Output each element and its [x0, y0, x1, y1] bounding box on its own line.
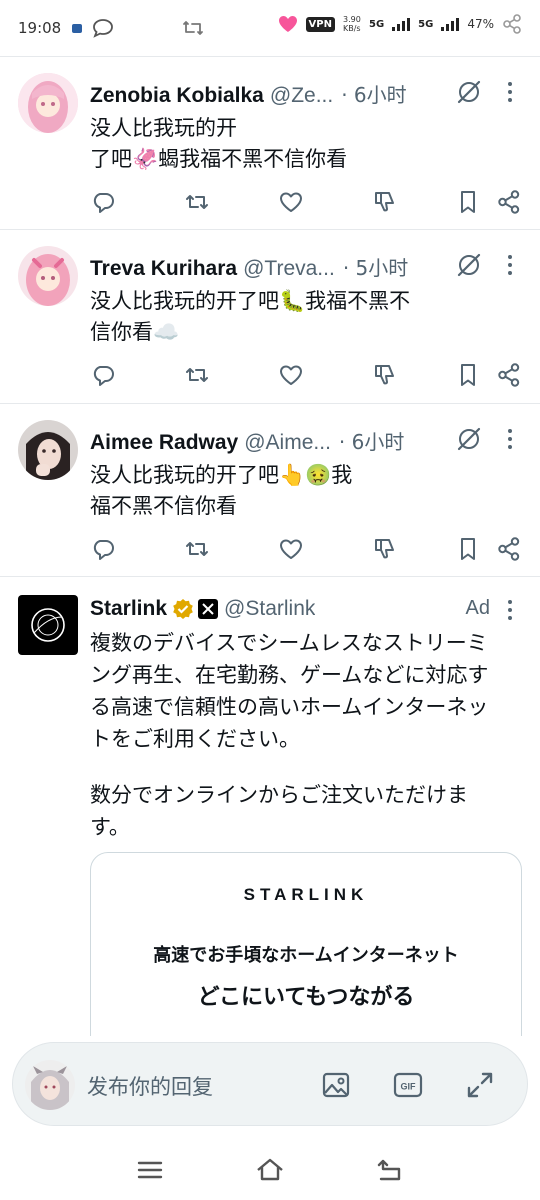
- tweet-timestamp[interactable]: · 6小时: [339, 426, 404, 455]
- bookmark-icon[interactable]: [455, 362, 481, 388]
- reply-icon[interactable]: [90, 362, 116, 388]
- dislike-icon[interactable]: [372, 536, 398, 562]
- reply-input[interactable]: 发布你的回复: [87, 1071, 213, 1101]
- reply-bar: 发布你的回复 GIF: [0, 1036, 540, 1140]
- my-avatar[interactable]: [25, 1060, 75, 1110]
- avatar[interactable]: [18, 246, 78, 306]
- tweet[interactable]: Zenobia Kobialka @Ze... · 6小时 没人比我玩的开 了吧…: [0, 57, 540, 229]
- share-icon[interactable]: [496, 362, 522, 388]
- tweet-text-line: 没人比我玩的开了吧🐛我福不黑不: [90, 289, 411, 313]
- x-affiliate-icon: [198, 599, 219, 619]
- svg-text:GIF: GIF: [401, 1082, 417, 1092]
- author-name[interactable]: Aimee Radway: [90, 431, 238, 455]
- author-handle[interactable]: @Ze...: [270, 84, 333, 108]
- author-handle[interactable]: @Treva...: [243, 257, 335, 281]
- author-handle[interactable]: @Aime...: [244, 431, 331, 455]
- signal-bars-1-icon: [392, 17, 411, 31]
- ad-text-line: す。: [90, 815, 130, 839]
- more-icon[interactable]: [500, 427, 520, 451]
- more-icon[interactable]: [500, 253, 520, 277]
- tweet-actions: [90, 189, 522, 215]
- ad-text-line: [90, 755, 524, 779]
- grok-icon[interactable]: [456, 426, 482, 452]
- network-5g-1: 5G: [368, 18, 385, 30]
- tweet-actions: [90, 362, 522, 388]
- card-brand: STARLINK: [243, 885, 369, 904]
- tweet-text: 没人比我玩的开 了吧🦑蝎我福不黑不信你看: [90, 113, 510, 175]
- home-icon[interactable]: [255, 1155, 285, 1185]
- network-speed: 3.90 KB/s: [342, 15, 361, 33]
- reply-icon[interactable]: [90, 189, 116, 215]
- share-icon[interactable]: [496, 189, 522, 215]
- dislike-icon[interactable]: [372, 189, 398, 215]
- tweet-actions: [90, 536, 522, 562]
- reply-composer[interactable]: 发布你的回复 GIF: [12, 1042, 528, 1126]
- tweet-text: 没人比我玩的开了吧👆🤢我 福不黑不信你看: [90, 460, 510, 522]
- heart-app-icon: [278, 16, 297, 32]
- notification-icon: [72, 24, 83, 33]
- menu-icon[interactable]: [135, 1155, 165, 1185]
- tweet-text-line: 没人比我玩的开: [90, 116, 237, 140]
- heart-icon[interactable]: [278, 536, 304, 562]
- reply-icon[interactable]: [90, 536, 116, 562]
- bookmark-icon[interactable]: [455, 189, 481, 215]
- retweet-icon[interactable]: [184, 189, 210, 215]
- network-5g-2: 5G: [418, 18, 434, 30]
- tweet-text-line: 信你看☁️: [90, 320, 180, 344]
- card-headline: 高速でお手頃なホームインターネット: [153, 945, 459, 966]
- verified-badge-icon: [173, 599, 193, 619]
- tweet-text-line: 了吧🦑蝎我福不黑不信你看: [90, 147, 348, 171]
- ad-text-line: る高速で信頼性の高いホームインターネッ: [90, 695, 489, 719]
- tweet[interactable]: Treva Kurihara @Treva... · 5小时 没人比我玩的开了吧…: [0, 230, 540, 403]
- retweet-icon[interactable]: [184, 362, 210, 388]
- tweet-text: 没人比我玩的开了吧🐛我福不黑不 信你看☁️: [90, 286, 510, 348]
- share-status-icon: [503, 14, 521, 34]
- vpn-badge: VPN: [305, 16, 335, 32]
- tweet-text-line: 福不黑不信你看: [90, 494, 237, 518]
- ad-text: 複数のデバイスでシームレスなストリーミ ング再生、在宅勤務、ゲームなどに対応す …: [90, 627, 524, 843]
- retweet-icon[interactable]: [184, 536, 210, 562]
- dislike-icon[interactable]: [372, 362, 398, 388]
- status-time: 19:08: [18, 19, 62, 37]
- status-bar: 19:08 VPN 3.90 KB/s 5G 5G 47%: [0, 0, 540, 56]
- status-retweet-icon: [180, 16, 206, 44]
- grok-icon[interactable]: [456, 252, 482, 278]
- system-nav-bar: [0, 1140, 540, 1200]
- ad-text-line: ング再生、在宅勤務、ゲームなどに対応す: [90, 663, 489, 687]
- battery-level: 47%: [467, 17, 494, 31]
- more-icon[interactable]: [500, 80, 520, 104]
- author-name[interactable]: Treva Kurihara: [90, 257, 237, 281]
- avatar[interactable]: [18, 73, 78, 133]
- tweet-text-line: 没人比我玩的开了吧👆🤢我: [90, 463, 353, 487]
- ad-text-line: 複数のデバイスでシームレスなストリーミ: [90, 631, 488, 655]
- image-icon[interactable]: [321, 1070, 351, 1100]
- author-name[interactable]: Starlink: [90, 597, 167, 621]
- back-icon[interactable]: [375, 1155, 405, 1185]
- ad-text-line: 数分でオンラインからご注文いただけま: [90, 783, 468, 807]
- tweet[interactable]: Aimee Radway @Aime... · 6小时 没人比我玩的开了吧👆🤢我…: [0, 404, 540, 576]
- signal-bars-2-icon: [441, 17, 460, 31]
- ad-text-line: トをご利用ください。: [90, 727, 300, 751]
- grok-icon[interactable]: [456, 79, 482, 105]
- author-name[interactable]: Zenobia Kobialka: [90, 84, 264, 108]
- tweet-timestamp[interactable]: · 6小时: [341, 79, 406, 108]
- chat-bubble-icon: [93, 19, 114, 38]
- share-icon[interactable]: [496, 536, 522, 562]
- avatar[interactable]: [18, 420, 78, 480]
- gif-icon[interactable]: GIF: [393, 1070, 423, 1100]
- ad-label: Ad: [465, 597, 490, 619]
- card-subheadline: どこにいてもつながる: [197, 985, 415, 1010]
- expand-icon[interactable]: [465, 1070, 495, 1100]
- bookmark-icon[interactable]: [455, 536, 481, 562]
- heart-icon[interactable]: [278, 362, 304, 388]
- more-icon[interactable]: [500, 598, 520, 622]
- starlink-logo[interactable]: [18, 595, 78, 655]
- tweet-timestamp[interactable]: · 5小时: [343, 252, 408, 281]
- heart-icon[interactable]: [278, 189, 304, 215]
- author-handle[interactable]: @Starlink: [224, 597, 315, 621]
